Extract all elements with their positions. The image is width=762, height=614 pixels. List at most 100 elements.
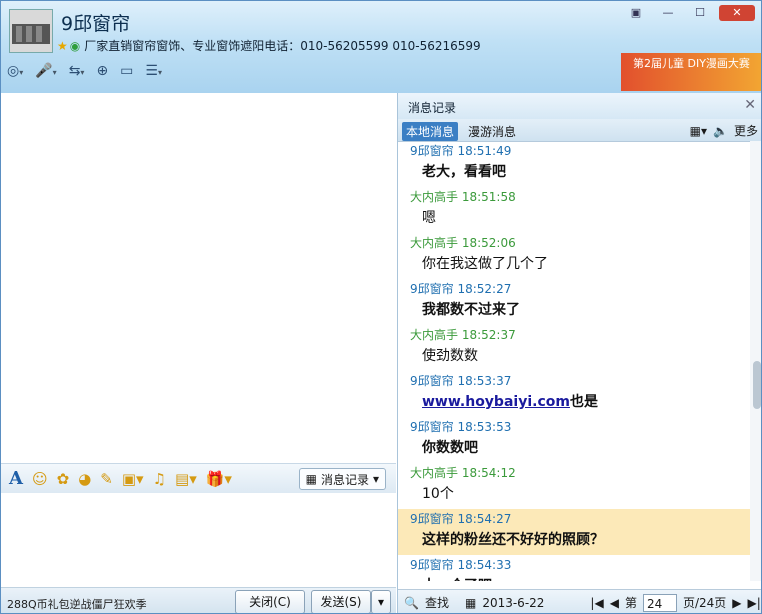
- chevron-down-icon: ▾: [372, 472, 379, 486]
- scroll-thumb[interactable]: [753, 361, 761, 409]
- close-icon[interactable]: ✕: [744, 97, 756, 113]
- search-icon[interactable]: 🔍: [404, 596, 419, 610]
- message-text: 使劲数数: [410, 343, 750, 371]
- message-body: 十一个了吧: [422, 578, 492, 581]
- bottom-bar: 288Q币礼包逆战僵尸狂欢季 关闭(C) 发送(S) ▾: [1, 587, 396, 613]
- message-body: 也是: [569, 394, 598, 410]
- speaker-icon[interactable]: 🔈: [713, 124, 728, 138]
- nudge-icon[interactable]: ◕: [78, 470, 91, 488]
- header: 9邱窗帘 ★ ◉ 厂家直销窗帘窗饰、专业窗饰遮阳电话：010-56205599 01…: [1, 1, 761, 93]
- tab-roaming-messages[interactable]: 漫游消息: [464, 122, 520, 141]
- history-footer: 🔍 查找 ▦ 2013-6-22 |◀ ◀ 第 24 页/24页 ▶ ▶|: [398, 589, 761, 613]
- history-panel-title: 消息记录: [408, 101, 457, 115]
- message-body: 我都数不过来了: [422, 302, 520, 318]
- tab-local-messages[interactable]: 本地消息: [402, 122, 459, 141]
- next-page-icon[interactable]: ▶: [732, 596, 741, 610]
- font-icon[interactable]: A: [9, 468, 23, 489]
- message-text: 老大，看看吧: [410, 159, 750, 187]
- message-item: 9邱窗帘 18:52:27 我都数不过来了: [398, 279, 750, 325]
- add-contact-icon[interactable]: ⊕: [96, 63, 108, 79]
- history-panel-header: 消息记录 ✕: [398, 93, 761, 119]
- history-options: ▦▾ 🔈 更多: [690, 122, 758, 139]
- message-body: 老大，看看吧: [422, 164, 506, 180]
- screenshot-icon[interactable]: ▣▾: [122, 470, 144, 488]
- message-sender-time: 9邱窗帘 18:53:53: [410, 420, 512, 434]
- camera-icon[interactable]: ◎▾: [7, 63, 23, 79]
- page-prefix: 第: [624, 596, 637, 610]
- message-list[interactable]: 9邱窗帘 18:51:49 老大，看看吧 大内高手 18:51:58 嗯大内高手 18…: [398, 141, 750, 581]
- history-panel: 消息记录 ✕ 本地消息 漫游消息 ▦▾ 🔈 更多 9邱窗帘 18:51:49 老大…: [397, 93, 761, 613]
- message-sender-time: 大内高手 18:54:12: [410, 466, 516, 480]
- message-input[interactable]: [1, 493, 396, 587]
- minimize-button[interactable]: —: [655, 5, 681, 21]
- transfer-icon[interactable]: ⇆▾: [69, 63, 85, 79]
- promo-banner[interactable]: 第2届儿童 DIY漫画大赛: [621, 53, 761, 91]
- settings-icon[interactable]: ▦▾: [690, 124, 707, 138]
- message-sender-time: 9邱窗帘 18:54:27: [410, 512, 512, 526]
- skin-button[interactable]: ▣: [623, 5, 649, 21]
- message-text: 这样的粉丝还不好好的照顾？: [410, 527, 750, 555]
- screen-share-icon[interactable]: ▭: [120, 63, 133, 79]
- close-window-button[interactable]: ✕: [719, 5, 755, 21]
- send-button[interactable]: 发送(S): [311, 590, 371, 613]
- message-item: 9邱窗帘 18:53:53 你数数吧: [398, 417, 750, 463]
- message-text: 你数数吧: [410, 435, 750, 463]
- send-options-button[interactable]: ▾: [371, 590, 391, 613]
- message-history-button[interactable]: ▦ 消息记录 ▾: [298, 468, 386, 490]
- message-item: 大内高手 18:52:06 你在我这做了几个了: [398, 233, 750, 279]
- chat-window: 9邱窗帘 ★ ◉ 厂家直销窗帘窗饰、专业窗饰遮阳电话：010-56205599 01…: [0, 0, 762, 614]
- message-body: 10个: [422, 486, 454, 502]
- message-text: 10个: [410, 481, 750, 509]
- maximize-button[interactable]: ☐: [687, 5, 713, 21]
- scrollbar[interactable]: [750, 141, 761, 581]
- message-text: 你在我这做了几个了: [410, 251, 750, 279]
- star-icon: ★: [57, 39, 68, 53]
- first-page-icon[interactable]: |◀: [590, 596, 603, 610]
- message-sender-time: 9邱窗帘 18:53:37: [410, 374, 512, 388]
- conversation-area[interactable]: [1, 93, 396, 463]
- prev-page-icon[interactable]: ◀: [610, 596, 619, 610]
- mic-icon[interactable]: 🎤▾: [35, 63, 56, 79]
- date-label[interactable]: 2013-6-22: [482, 596, 544, 610]
- message-sender-time: 9邱窗帘 18:52:27: [410, 282, 512, 296]
- message-item: 9邱窗帘 18:54:33 十一个了吧: [398, 555, 750, 581]
- contact-signature: ★ ◉ 厂家直销窗帘窗饰、专业窗饰遮阳电话：010-56205599 010-562…: [57, 39, 481, 53]
- message-item: 9邱窗帘 18:53:37 www.hoybaiyi.com也是: [398, 371, 750, 417]
- close-button[interactable]: 关闭(C): [235, 590, 305, 613]
- message-body: 嗯: [422, 210, 436, 226]
- status-icon: ◉: [69, 39, 81, 53]
- message-sender-time: 9邱窗帘 18:54:33: [410, 558, 512, 572]
- page-number-input[interactable]: 24: [642, 593, 677, 612]
- more-button[interactable]: 更多: [734, 122, 758, 139]
- message-body: 使劲数数: [422, 348, 478, 364]
- message-body: 这样的粉丝还不好好的照顾？: [422, 532, 604, 548]
- message-text: 十一个了吧: [410, 573, 750, 581]
- music-icon[interactable]: ♫: [153, 470, 166, 488]
- message-link[interactable]: www.hoybaiyi.com: [422, 394, 570, 410]
- magic-emoji-icon[interactable]: ✿: [57, 470, 70, 488]
- message-text: 我都数不过来了: [410, 297, 750, 325]
- contact-name: 9邱窗帘: [61, 13, 131, 35]
- message-body: 你在我这做了几个了: [422, 256, 548, 272]
- app-menu-icon[interactable]: ☰▾: [145, 63, 162, 79]
- history-tabs: 本地消息 漫游消息 ▦▾ 🔈 更多: [398, 119, 761, 142]
- last-page-icon[interactable]: ▶|: [748, 596, 761, 610]
- ad-link[interactable]: 288Q币礼包逆战僵尸狂欢季: [7, 596, 147, 612]
- calendar-icon[interactable]: ▦: [465, 596, 476, 610]
- message-sender-time: 大内高手 18:52:06: [410, 236, 516, 250]
- header-toolbar: ◎▾ 🎤▾ ⇆▾ ⊕ ▭ ☰▾: [7, 63, 162, 79]
- emoji-icon[interactable]: ☺: [32, 470, 48, 488]
- scribble-icon[interactable]: ✎: [100, 470, 113, 488]
- gift-icon[interactable]: 🎁▾: [206, 470, 232, 488]
- window-controls: ▣ — ☐ ✕: [623, 5, 755, 21]
- message-text: www.hoybaiyi.com也是: [410, 389, 750, 417]
- message-item: 9邱窗帘 18:54:27 这样的粉丝还不好好的照顾？: [398, 509, 750, 555]
- message-item: 9邱窗帘 18:51:49 老大，看看吧: [398, 141, 750, 187]
- image-icon[interactable]: ▤▾: [175, 470, 197, 488]
- message-item: 大内高手 18:51:58 嗯: [398, 187, 750, 233]
- input-toolbar: A ☺ ✿ ◕ ✎ ▣▾ ♫ ▤▾ 🎁▾ ▦ 消息记录 ▾: [1, 463, 396, 493]
- avatar[interactable]: [9, 9, 53, 53]
- message-item: 大内高手 18:54:12 10个: [398, 463, 750, 509]
- page-suffix: 页/24页: [682, 596, 727, 610]
- search-button[interactable]: 查找: [425, 594, 449, 611]
